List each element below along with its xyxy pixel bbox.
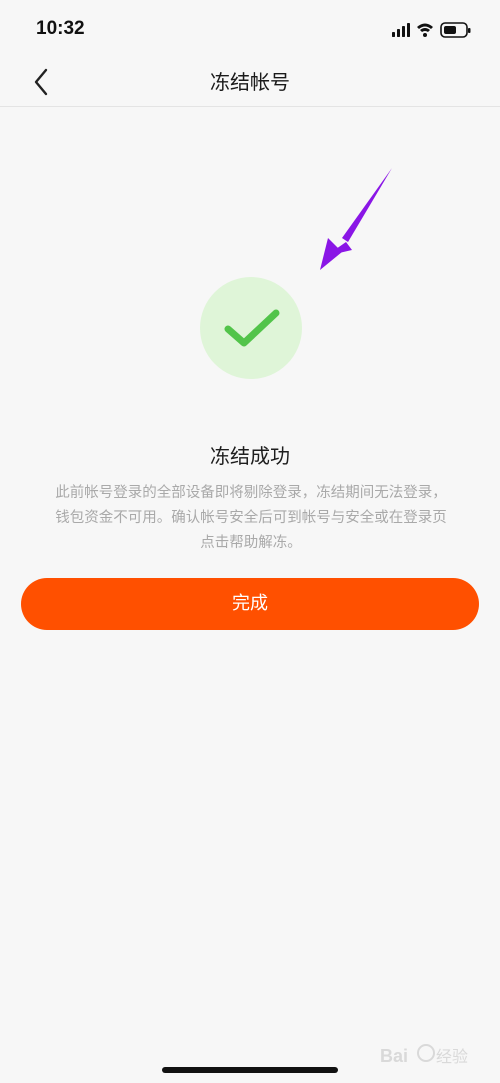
- check-icon: [224, 309, 280, 347]
- nav-bar: 冻结帐号: [0, 58, 500, 107]
- svg-text:Bai: Bai: [380, 1046, 408, 1066]
- baidu-watermark: Bai 经验: [380, 1044, 468, 1066]
- status-bar: 10:32: [0, 0, 500, 58]
- signal-icon: [392, 23, 410, 37]
- success-icon-circle: [200, 277, 302, 379]
- page-title: 冻结帐号: [210, 70, 290, 94]
- done-button[interactable]: 完成: [21, 578, 479, 630]
- status-icons: [392, 22, 471, 38]
- battery-icon: [440, 22, 471, 38]
- home-indicator: [162, 1067, 338, 1073]
- svg-text:经验: 经验: [436, 1047, 468, 1066]
- wifi-icon: [417, 23, 433, 37]
- arrow-annotation: [320, 168, 392, 270]
- status-time: 10:32: [36, 18, 85, 39]
- result-title: 冻结成功: [210, 444, 290, 468]
- result-description: 此前帐号登录的全部设备即将剔除登录，冻结期间无法登录，钱包资金不可用。确认帐号安…: [55, 485, 447, 551]
